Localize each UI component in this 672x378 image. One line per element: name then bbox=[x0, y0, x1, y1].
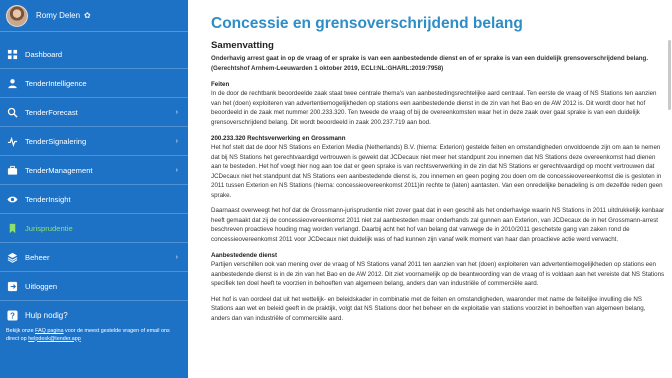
layers-icon bbox=[6, 251, 18, 263]
helpdesk-email-link[interactable]: helpdesk@tender.app bbox=[28, 336, 81, 342]
help-box: ? Hulp nodig? Bekijk onze FAQ pagina voo… bbox=[6, 309, 182, 343]
gear-icon[interactable]: ✿ bbox=[84, 11, 91, 20]
avatar bbox=[6, 4, 28, 27]
nav-label: TenderManagement bbox=[25, 165, 93, 175]
paragraph-rechtsverwerking: Het hof stelt dat de door NS Stations en… bbox=[211, 144, 663, 199]
chevron-right-icon: › bbox=[175, 137, 178, 145]
paragraph-oordeel: Het hof is van oordeel dat uit het wette… bbox=[211, 295, 646, 322]
nav-item-jurisprudentie[interactable]: Jurisprudentie bbox=[0, 214, 188, 243]
help-title-text: Hulp nodig? bbox=[25, 310, 68, 320]
nav-item-tendermanagement[interactable]: TenderManagement › bbox=[0, 156, 188, 185]
eye-icon bbox=[6, 193, 18, 205]
summary-text: Onderhavig arrest gaat in op de vraag of… bbox=[211, 55, 649, 72]
dashboard-icon bbox=[6, 48, 18, 60]
nav-label: Uitloggen bbox=[25, 281, 58, 291]
user-icon bbox=[6, 77, 18, 89]
scrollbar[interactable] bbox=[667, 0, 671, 378]
nav-item-tenderinsight[interactable]: TenderInsight bbox=[0, 185, 188, 214]
nav-item-tenderintelligence[interactable]: TenderIntelligence bbox=[0, 69, 188, 98]
article-body[interactable]: Onderhavig arrest gaat in op de vraag of… bbox=[211, 54, 666, 323]
section-heading: Samenvatting bbox=[211, 40, 274, 51]
logout-icon bbox=[6, 280, 18, 292]
nav-item-beheer[interactable]: Beheer › bbox=[0, 243, 188, 272]
main-content: Concessie en grensoverschrijdend belang … bbox=[200, 0, 672, 378]
nav-item-uitloggen[interactable]: Uitloggen bbox=[0, 272, 188, 301]
paragraph-aanbestedende-dienst: Partijen verschillen ook van mening over… bbox=[211, 261, 665, 287]
nav-label: Dashboard bbox=[25, 49, 63, 59]
help-title: ? Hulp nodig? bbox=[6, 309, 182, 321]
search-icon bbox=[6, 106, 18, 118]
help-text-1: Bekijk onze bbox=[6, 328, 36, 334]
faq-link[interactable]: FAQ pagina bbox=[35, 328, 63, 334]
nav-label: TenderSignalering bbox=[25, 136, 87, 146]
page-title: Concessie en grensoverschrijdend belang bbox=[211, 15, 523, 32]
nav-label: TenderIntelligence bbox=[25, 78, 87, 88]
nav-item-tenderforecast[interactable]: TenderForecast › bbox=[0, 98, 188, 127]
nav-label: TenderInsight bbox=[25, 194, 71, 204]
nav-item-tendersignalering[interactable]: TenderSignalering › bbox=[0, 127, 188, 156]
briefcase-icon bbox=[6, 164, 18, 176]
paragraph-feiten: In de door de rechtbank beoordeelde zaak… bbox=[211, 90, 657, 126]
user-profile[interactable]: Romy Delen ✿ bbox=[0, 0, 188, 32]
nav-label: Jurisprudentie bbox=[25, 223, 73, 233]
chevron-right-icon: › bbox=[175, 108, 178, 116]
question-icon: ? bbox=[6, 309, 18, 321]
nav-label: TenderForecast bbox=[25, 107, 78, 117]
signal-icon bbox=[6, 135, 18, 147]
svg-text:?: ? bbox=[10, 311, 15, 320]
user-name: Romy Delen bbox=[36, 11, 81, 20]
sidebar: Romy Delen ✿ Dashboard TenderIntelligenc… bbox=[0, 0, 188, 378]
paragraph-grossmann: Daarnaast overweegt het hof dat de Gross… bbox=[211, 207, 665, 243]
nav-item-dashboard[interactable]: Dashboard bbox=[0, 40, 188, 69]
chevron-right-icon: › bbox=[175, 253, 178, 261]
subheading-rechtsverwerking: 200.233.320 Rechtsverwerking en Grossman… bbox=[211, 135, 346, 142]
main-nav: Dashboard TenderIntelligence TenderForec… bbox=[0, 40, 188, 301]
scrollbar-thumb[interactable] bbox=[668, 40, 671, 110]
subheading-feiten: Feiten bbox=[211, 81, 230, 88]
chevron-right-icon: › bbox=[175, 166, 178, 174]
bookmark-icon bbox=[6, 222, 18, 234]
nav-label: Beheer bbox=[25, 252, 50, 262]
help-text: Bekijk onze FAQ pagina voor de meest ges… bbox=[6, 328, 182, 343]
subheading-aanbestedende-dienst: Aanbestedende dienst bbox=[211, 252, 278, 259]
